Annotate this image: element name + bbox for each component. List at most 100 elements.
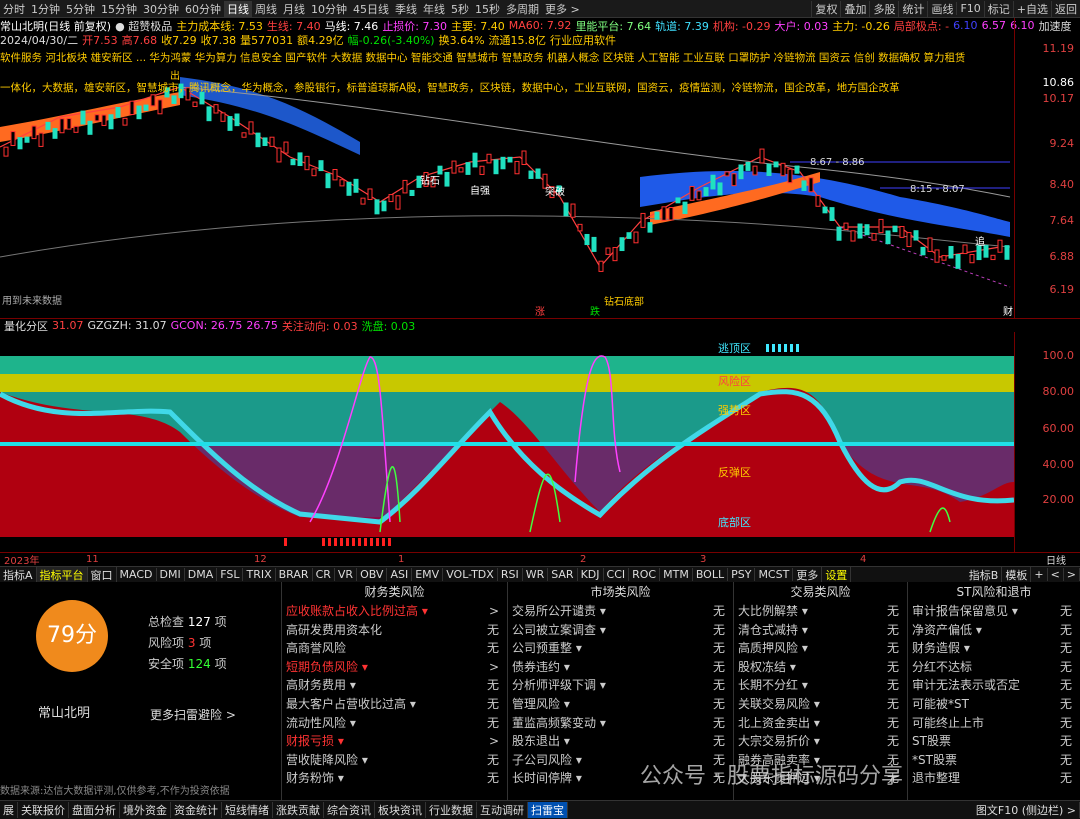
risk-item[interactable]: 长期不分红 ▾ 无	[734, 676, 907, 695]
risk-item[interactable]: 关联交易风险 ▾ 无	[734, 695, 907, 714]
risk-item[interactable]: 管理风险 ▾ 无	[508, 695, 733, 714]
risk-item[interactable]: 应收账款占收入比例过高 ▾ >	[282, 602, 507, 621]
multi-stock-button[interactable]: 多股	[869, 0, 898, 17]
risk-item[interactable]: 财务粉饰 ▾ 无	[282, 769, 507, 788]
risk-item[interactable]: 审计报告保留意见 ▾ 无	[908, 602, 1080, 621]
tab-dma[interactable]: DMA	[185, 568, 218, 581]
tab-wr[interactable]: WR	[523, 568, 549, 581]
period-tab-more[interactable]: 更多 >	[542, 1, 583, 17]
more-scan-link[interactable]: 更多扫雷避险 >	[150, 706, 236, 723]
bottom-tab[interactable]: 互动调研	[477, 802, 528, 818]
period-tab-1min[interactable]: 1分钟	[28, 1, 63, 17]
tab-indicator-a[interactable]: 指标A	[0, 567, 37, 582]
indicator-title[interactable]: 量化分区	[0, 319, 52, 333]
tab-add[interactable]: +	[1031, 568, 1048, 581]
risk-item[interactable]: 高商誉风险 无	[282, 639, 507, 658]
tab-brar[interactable]: BRAR	[276, 568, 313, 581]
risk-item[interactable]: 财务造假 ▾ 无	[908, 639, 1080, 658]
tab-dmi[interactable]: DMI	[157, 568, 185, 581]
tab-macd[interactable]: MACD	[117, 568, 157, 581]
bottom-tab[interactable]: 综合资讯	[324, 802, 375, 818]
risk-item[interactable]: 高质押风险 ▾ 无	[734, 639, 907, 658]
tab-asi[interactable]: ASI	[387, 568, 413, 581]
risk-item[interactable]: 高财务费用 ▾ 无	[282, 676, 507, 695]
tab-fsl[interactable]: FSL	[217, 568, 244, 581]
tab-kdj[interactable]: KDJ	[578, 568, 604, 581]
bottom-tab[interactable]: 境外资金	[120, 802, 171, 818]
risk-item[interactable]: 短期负债风险 ▾ >	[282, 658, 507, 677]
tab-roc[interactable]: ROC	[629, 568, 661, 581]
period-tab-5min[interactable]: 5分钟	[63, 1, 98, 17]
risk-item[interactable]: 董监高频繁变动 ▾ 无	[508, 714, 733, 733]
tab-settings[interactable]: 设置	[822, 567, 852, 582]
risk-item[interactable]: 退市整理 无	[908, 769, 1080, 788]
tab-obv[interactable]: OBV	[357, 568, 388, 581]
tab-more[interactable]: 更多	[793, 567, 823, 582]
tab-sar[interactable]: SAR	[548, 568, 578, 581]
tab-emv[interactable]: EMV	[412, 568, 444, 581]
period-tab-45day[interactable]: 45日线	[350, 1, 392, 17]
tab-template[interactable]: 模板	[1002, 567, 1032, 582]
period-tab-quarter[interactable]: 季线	[392, 1, 420, 17]
period-tab-60min[interactable]: 60分钟	[182, 1, 224, 17]
risk-item[interactable]: 最大客户占营收比过高 ▾ 无	[282, 695, 507, 714]
risk-item[interactable]: 营收陡降风险 ▾ 无	[282, 751, 507, 770]
risk-item[interactable]: 公司被立案调查 ▾ 无	[508, 621, 733, 640]
bottom-tab[interactable]: 板块资讯	[375, 802, 426, 818]
risk-item[interactable]: 分析师评级下调 ▾ 无	[508, 676, 733, 695]
risk-item[interactable]: 高研发费用资本化 无	[282, 621, 507, 640]
draw-line-button[interactable]: 画线	[927, 0, 956, 17]
risk-item[interactable]: 可能被*ST 无	[908, 695, 1080, 714]
period-tab-daily[interactable]: 日线	[224, 0, 252, 17]
risk-item[interactable]: 大宗交易折价 ▾ 无	[734, 732, 907, 751]
back-button[interactable]: 返回	[1051, 0, 1080, 17]
tab-next[interactable]: >	[1064, 568, 1080, 581]
risk-item[interactable]: *ST股票 无	[908, 751, 1080, 770]
risk-item[interactable]: 清仓式减持 ▾ 无	[734, 621, 907, 640]
period-tab-5sec[interactable]: 5秒	[448, 1, 472, 17]
period-tab-30min[interactable]: 30分钟	[140, 1, 182, 17]
risk-item[interactable]: 公司预重整 ▾ 无	[508, 639, 733, 658]
period-tab-monthly[interactable]: 月线	[280, 1, 308, 17]
bottom-tab-minesweeper[interactable]: 扫雷宝	[528, 802, 568, 818]
period-tab-10min[interactable]: 10分钟	[308, 1, 350, 17]
tab-vol-tdx[interactable]: VOL-TDX	[443, 568, 498, 581]
tab-rsi[interactable]: RSI	[498, 568, 523, 581]
tab-indicator-platform[interactable]: 指标平台	[36, 567, 88, 582]
mark-button[interactable]: 标记	[983, 0, 1013, 17]
tab-cr[interactable]: CR	[313, 568, 335, 581]
overlay-button[interactable]: 叠加	[840, 0, 869, 17]
bottom-tab[interactable]: 行业数据	[426, 802, 477, 818]
risk-item[interactable]: 分红不达标 无	[908, 658, 1080, 677]
zone-indicator-chart[interactable]: 逃顶区 风险区 强势区 反弹区 底部区	[0, 332, 1014, 552]
tab-mtm[interactable]: MTM	[660, 568, 693, 581]
risk-item[interactable]: 可能终止上市 无	[908, 714, 1080, 733]
period-tab-multi[interactable]: 多周期	[503, 1, 542, 17]
period-tab-fenshi[interactable]: 分时	[0, 1, 28, 17]
bottom-tab[interactable]: 盘面分析	[69, 802, 120, 818]
tab-prev[interactable]: <	[1048, 568, 1064, 581]
tab-window[interactable]: 窗口	[88, 567, 117, 582]
period-tab-weekly[interactable]: 周线	[252, 1, 280, 17]
risk-item[interactable]: 财报亏损 ▾ >	[282, 732, 507, 751]
adjust-button[interactable]: 复权	[811, 0, 840, 17]
tab-trix[interactable]: TRIX	[243, 568, 276, 581]
indicator-name[interactable]: ● 超赞极品	[115, 18, 176, 33]
bottom-tab[interactable]: 展	[0, 802, 18, 818]
tab-psy[interactable]: PSY	[728, 568, 756, 581]
risk-item[interactable]: 股权冻结 ▾ 无	[734, 658, 907, 677]
bottom-tab[interactable]: 短线情绪	[222, 802, 273, 818]
tab-boll[interactable]: BOLL	[693, 568, 729, 581]
tab-vr[interactable]: VR	[335, 568, 358, 581]
bottom-tab[interactable]: 涨跌贡献	[273, 802, 324, 818]
risk-item[interactable]: 股东退出 ▾ 无	[508, 732, 733, 751]
stats-button[interactable]: 统计	[898, 0, 927, 17]
risk-item[interactable]: 交易所公开谴责 ▾ 无	[508, 602, 733, 621]
period-tab-15sec[interactable]: 15秒	[472, 1, 503, 17]
tab-mcst[interactable]: MCST	[755, 568, 794, 581]
risk-item[interactable]: ST股票 无	[908, 732, 1080, 751]
period-tab-15min[interactable]: 15分钟	[98, 1, 140, 17]
risk-item[interactable]: 大比例解禁 ▾ 无	[734, 602, 907, 621]
bottom-tab[interactable]: 资金统计	[171, 802, 222, 818]
f10-sidebar-button[interactable]: 图文F10 (侧边栏) >	[973, 802, 1080, 818]
